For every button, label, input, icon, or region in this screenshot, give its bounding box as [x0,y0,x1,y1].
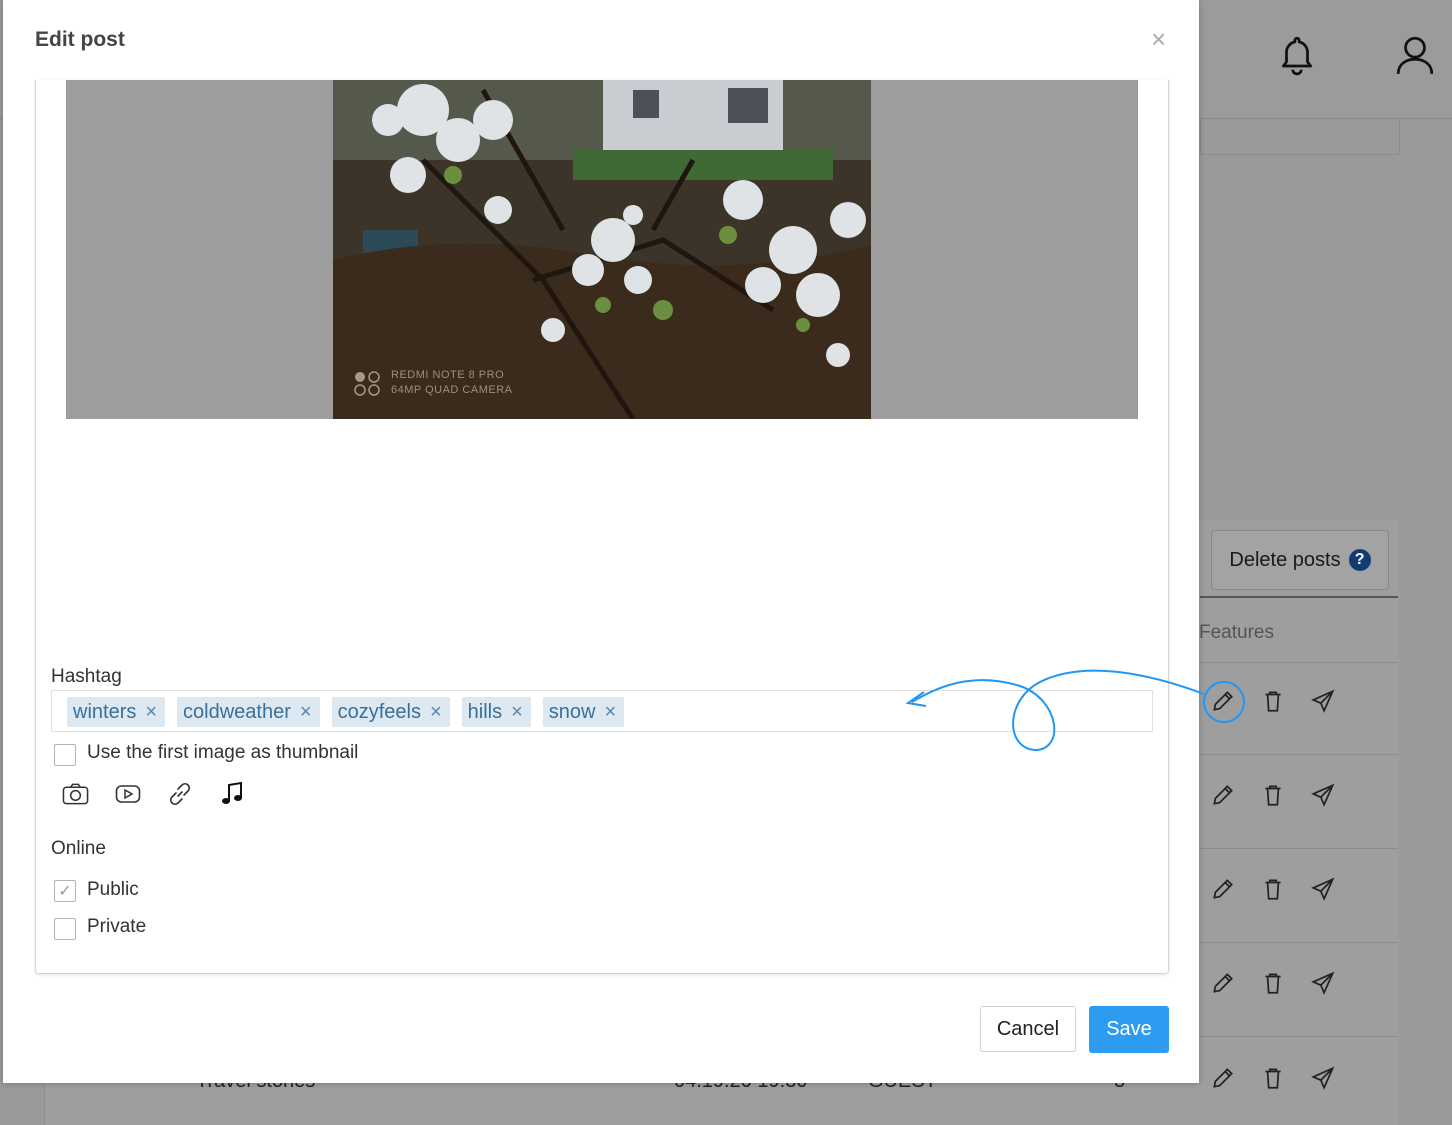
trash-icon[interactable] [1260,970,1286,996]
remove-tag-icon[interactable]: × [604,701,616,724]
post-editor-panel: REDMI NOTE 8 PRO 64MP QUAD CAMERA Hashta… [35,80,1169,974]
modal-title: Edit post [35,28,125,51]
hashtag-label: Hashtag [51,666,122,687]
delete-posts-label: Delete posts [1229,548,1341,571]
hashtag-chip: coldweather × [177,697,320,727]
hashtag-text: hills [467,700,503,723]
search-card [1200,118,1400,155]
user-icon[interactable] [1394,34,1436,76]
send-icon[interactable] [1310,970,1336,996]
hashtag-text: winters [73,700,137,723]
row-actions [1210,876,1336,902]
public-label: Public [87,879,139,900]
bell-icon[interactable] [1276,34,1318,76]
camera-icon[interactable] [62,780,89,807]
send-icon[interactable] [1310,688,1336,714]
trash-icon[interactable] [1260,876,1286,902]
media-toolbar [62,780,245,807]
trash-icon[interactable] [1260,1065,1286,1091]
online-label: Online [51,838,106,859]
remove-tag-icon[interactable]: × [145,701,157,724]
watermark-line: 64MP QUAD CAMERA [391,384,513,396]
hashtag-list: winters × coldweather × cozyfeels × hills × … [67,697,625,727]
row-actions [1210,782,1336,808]
pencil-icon[interactable] [1210,1065,1236,1091]
camera-logo-icon [354,371,380,396]
hashtag-chip: winters × [67,697,166,727]
private-checkbox[interactable] [54,918,76,940]
help-icon[interactable]: ? [1348,549,1371,571]
row-actions [1210,1065,1336,1091]
video-icon[interactable] [114,780,141,807]
hashtag-text: cozyfeels [337,700,421,723]
hashtag-chip: cozyfeels × [331,697,450,727]
send-icon[interactable] [1310,1065,1336,1091]
thumbnail-checkbox[interactable] [54,744,76,766]
pencil-icon[interactable] [1210,876,1236,902]
hashtag-chip: hills × [461,697,531,727]
remove-tag-icon[interactable]: × [300,701,312,724]
row-actions [1210,970,1336,996]
remove-tag-icon[interactable]: × [430,701,442,724]
music-icon[interactable] [218,780,245,807]
edit-post-modal: Edit post × REDMI NOTE 8 PRO 64MP QUAD C… [3,0,1199,1083]
save-button[interactable]: Save [1089,1006,1169,1053]
pencil-icon[interactable] [1210,970,1236,996]
cancel-button[interactable]: Cancel [980,1006,1076,1052]
close-icon[interactable]: × [1151,26,1166,52]
trash-icon[interactable] [1260,688,1286,714]
private-label: Private [87,916,147,937]
hashtag-chip: snow × [542,697,625,727]
pencil-icon[interactable] [1210,688,1236,714]
row-actions [1210,688,1336,714]
thumbnail-label: Use the first image as thumbnail [87,742,359,763]
trash-icon[interactable] [1260,782,1286,808]
send-icon[interactable] [1310,782,1336,808]
send-icon[interactable] [1310,876,1336,902]
pencil-icon[interactable] [1210,782,1236,808]
delete-posts-button[interactable]: Delete posts ? [1211,530,1389,590]
link-icon[interactable] [166,780,193,807]
hashtag-text: snow [548,700,596,723]
post-photo: REDMI NOTE 8 PRO 64MP QUAD CAMERA [333,80,871,419]
public-checkbox[interactable]: ✓ [54,880,76,902]
hashtag-input[interactable]: winters × coldweather × cozyfeels × hills × … [51,690,1153,732]
watermark-line: REDMI NOTE 8 PRO [391,369,505,381]
image-preview[interactable]: REDMI NOTE 8 PRO 64MP QUAD CAMERA [66,80,1138,419]
remove-tag-icon[interactable]: × [511,701,523,724]
hashtag-text: coldweather [183,700,291,723]
features-column-header: Features [1199,622,1274,643]
